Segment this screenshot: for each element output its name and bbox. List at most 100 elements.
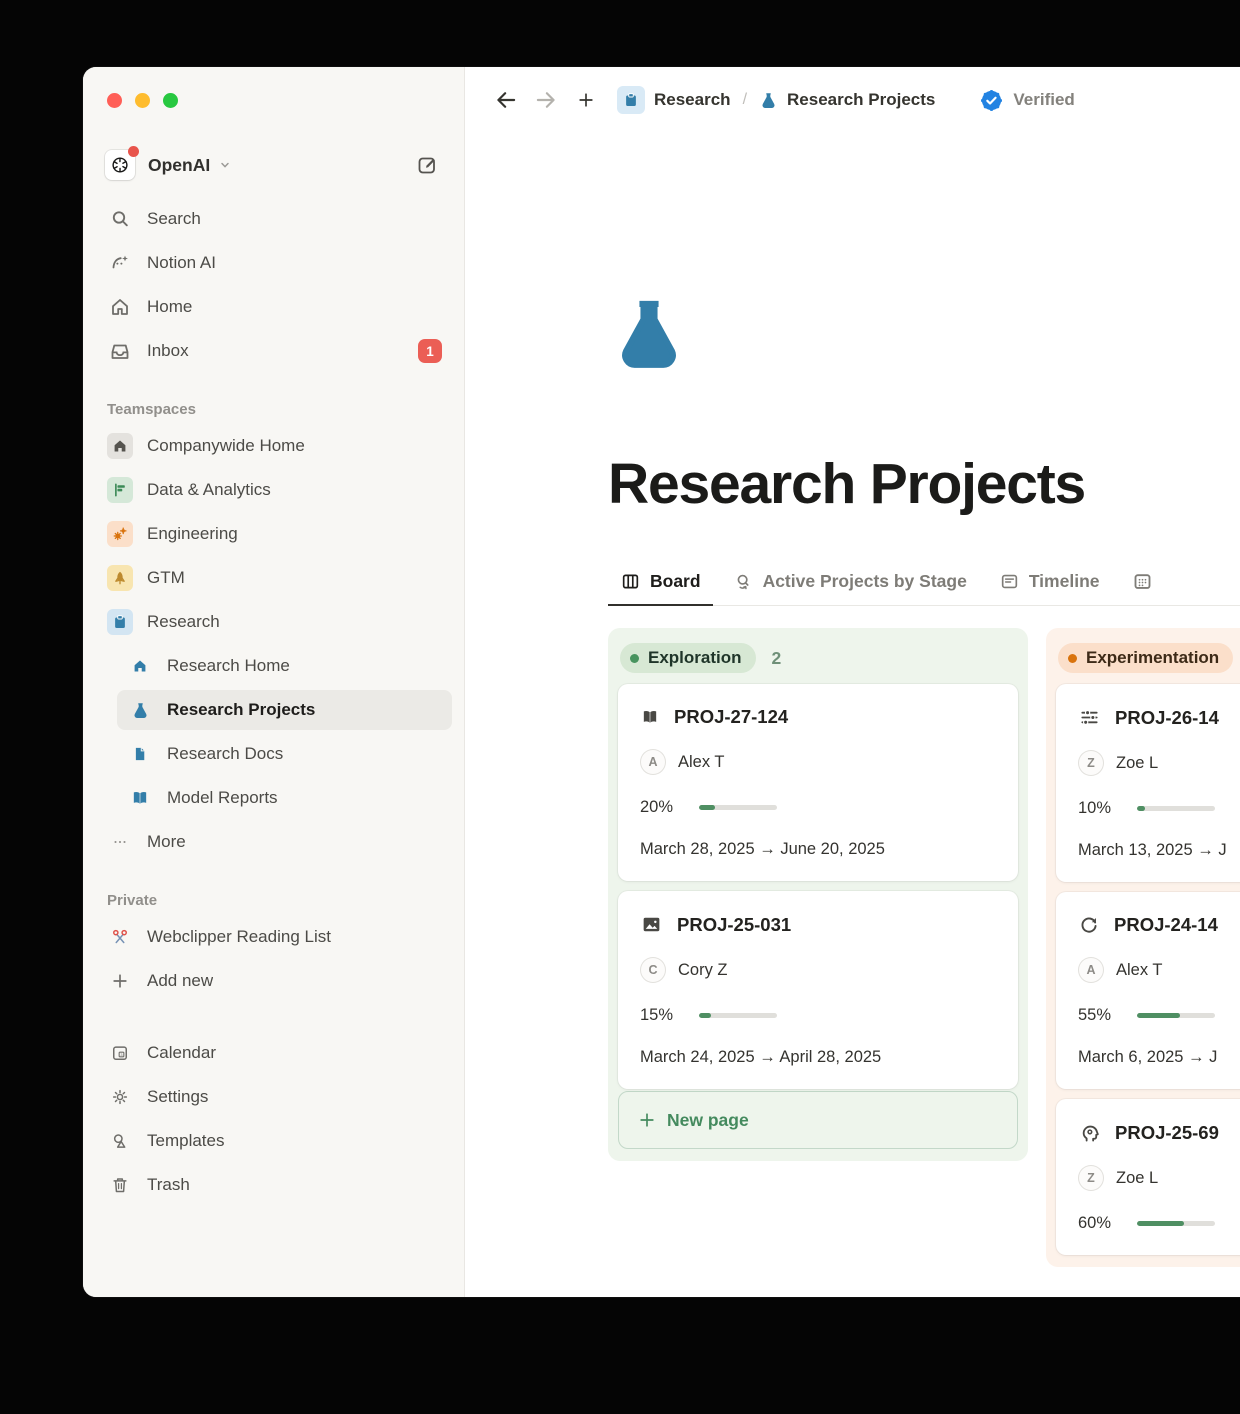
- card-title-row: PROJ-25-031: [640, 913, 996, 936]
- progress-percent: 60%: [1078, 1214, 1124, 1233]
- progress-percent: 15%: [640, 1006, 686, 1025]
- sidebar-item-inbox[interactable]: Inbox1: [97, 331, 452, 371]
- progress-bar: [699, 1013, 777, 1018]
- column-header[interactable]: Experimentation: [1056, 638, 1240, 684]
- inbox-icon: [107, 338, 133, 364]
- kanban-board: Exploration2PROJ-27-124AAlex T20%March 2…: [608, 628, 1240, 1267]
- sidebar-item-research-home[interactable]: Research Home: [117, 646, 452, 686]
- card-title-row: PROJ-26-14: [1078, 706, 1240, 729]
- chevron-down-icon: [216, 156, 234, 174]
- clipboard-icon: [617, 86, 645, 114]
- rocket-icon: [107, 565, 133, 591]
- private-list: Webclipper Reading List Add new: [83, 917, 464, 1001]
- project-card-proj-25-031[interactable]: PROJ-25-031CCory Z15%March 24, 2025 → Ap…: [618, 891, 1018, 1089]
- loupe-arrow-icon: [733, 571, 754, 592]
- forward-button[interactable]: [529, 83, 563, 117]
- project-card-proj-26-14[interactable]: PROJ-26-14ZZoe L10%March 13, 2025 → J: [1056, 684, 1240, 882]
- research-sublist: Research Home Research Projects Research D…: [83, 646, 464, 862]
- sidebar-item-webclipper-reading-list[interactable]: Webclipper Reading List: [97, 917, 452, 957]
- sidebar-item-calendar[interactable]: 3Calendar: [97, 1033, 452, 1073]
- templates-icon: [107, 1128, 133, 1154]
- verified-label: Verified: [1013, 90, 1074, 110]
- sidebar-item-add-new[interactable]: Add new: [97, 961, 452, 1001]
- app-window: OpenAI SearchNotion AIHomeInbox1 Teamspa…: [83, 67, 1240, 1297]
- flask-page-icon[interactable]: [608, 293, 1240, 375]
- sidebar-item-settings[interactable]: Settings: [97, 1077, 452, 1117]
- tab-board[interactable]: Board: [608, 561, 713, 606]
- sidebar-item-label: Research Projects: [167, 700, 315, 720]
- breadcrumb-item[interactable]: Research: [617, 86, 731, 114]
- column-header[interactable]: Exploration2: [618, 638, 1018, 684]
- sidebar-item-label: Research Home: [167, 656, 290, 676]
- sidebar-item-data-analytics[interactable]: Data & Analytics: [97, 470, 452, 510]
- breadcrumb-label: Research Projects: [787, 90, 935, 110]
- progress-bar: [1137, 806, 1215, 811]
- maximize-window-button[interactable]: [163, 93, 178, 108]
- sidebar-item-label: Research Docs: [167, 744, 283, 764]
- gears-icon: [107, 521, 133, 547]
- sidebar-item-engineering[interactable]: Engineering: [97, 514, 452, 554]
- progress-fill: [1137, 806, 1145, 811]
- date-range: March 13, 2025 → J: [1078, 841, 1240, 860]
- sidebar-item-label: Calendar: [147, 1043, 216, 1063]
- sidebar-item-label: Trash: [147, 1175, 190, 1195]
- board-icon: [620, 571, 641, 592]
- page-content: Research Projects BoardActive Projects b…: [465, 133, 1240, 1297]
- sidebar-item-label: More: [147, 832, 186, 852]
- status-pill: Exploration: [620, 643, 756, 673]
- sidebar-item-search[interactable]: Search: [97, 199, 452, 239]
- breadcrumb-item[interactable]: Research Projects: [759, 90, 935, 110]
- sidebar-item-home[interactable]: Home: [97, 287, 452, 327]
- head-icon: [1078, 1121, 1101, 1144]
- sidebar-item-label: Webclipper Reading List: [147, 927, 331, 947]
- sidebar-item-label: Search: [147, 209, 201, 229]
- assignee-name: Zoe L: [1116, 1169, 1158, 1188]
- flask-icon: [127, 697, 153, 723]
- sidebar-item-label: Companywide Home: [147, 436, 305, 456]
- card-title-row: PROJ-24-14: [1078, 914, 1240, 936]
- sidebar-item-notion-ai[interactable]: Notion AI: [97, 243, 452, 283]
- new-page-button[interactable]: New page: [618, 1091, 1018, 1149]
- status-dot-icon: [1068, 654, 1077, 663]
- tab-calendar[interactable]: [1120, 561, 1165, 606]
- verified-badge: Verified: [979, 88, 1074, 113]
- sidebar-item-research-projects[interactable]: Research Projects: [117, 690, 452, 730]
- minimize-window-button[interactable]: [135, 93, 150, 108]
- sidebar-item-companywide-home[interactable]: Companywide Home: [97, 426, 452, 466]
- sidebar-item-templates[interactable]: Templates: [97, 1121, 452, 1161]
- new-page-topbar-button[interactable]: [569, 83, 603, 117]
- back-button[interactable]: [489, 83, 523, 117]
- progress-fill: [699, 805, 715, 810]
- progress-bar: [699, 805, 777, 810]
- tab-active-projects-by-stage[interactable]: Active Projects by Stage: [721, 561, 979, 606]
- assignee-name: Cory Z: [678, 961, 728, 980]
- sidebar-item-research[interactable]: Research: [97, 602, 452, 642]
- assignee-name: Alex T: [1116, 961, 1162, 980]
- tab-timeline[interactable]: Timeline: [987, 561, 1112, 606]
- sidebar-item-model-reports[interactable]: Model Reports: [117, 778, 452, 818]
- project-card-proj-24-14[interactable]: PROJ-24-14AAlex T55%March 6, 2025 → J: [1056, 892, 1240, 1089]
- trash-icon: [107, 1172, 133, 1198]
- status-pill: Experimentation: [1058, 643, 1233, 673]
- new-page-label: New page: [667, 1110, 749, 1131]
- close-window-button[interactable]: [107, 93, 122, 108]
- breadcrumb: Research/Research Projects: [617, 86, 935, 114]
- card-id: PROJ-25-031: [677, 914, 791, 936]
- desktop-background: OpenAI SearchNotion AIHomeInbox1 Teamspa…: [0, 0, 1240, 1414]
- compose-icon[interactable]: [410, 148, 444, 182]
- assignee-row: CCory Z: [640, 957, 996, 983]
- sidebar-item-trash[interactable]: Trash: [97, 1165, 452, 1205]
- project-card-proj-25-69[interactable]: PROJ-25-69ZZoe L60%: [1056, 1099, 1240, 1255]
- sidebar-item-research-docs[interactable]: Research Docs: [117, 734, 452, 774]
- tab-label: Board: [650, 571, 701, 592]
- workspace-switcher[interactable]: OpenAI: [105, 145, 444, 185]
- teamspaces-list: Companywide Home Data & Analytics Engineer…: [83, 426, 464, 642]
- sidebar-item-gtm[interactable]: GTM: [97, 558, 452, 598]
- assignee-row: ZZoe L: [1078, 1165, 1240, 1191]
- assignee-row: ZZoe L: [1078, 750, 1240, 776]
- project-card-proj-27-124[interactable]: PROJ-27-124AAlex T20%March 28, 2025 → Ju…: [618, 684, 1018, 881]
- sidebar-item-label: Data & Analytics: [147, 480, 271, 500]
- sidebar-item-more[interactable]: More: [97, 822, 452, 862]
- sidebar-item-label: Add new: [147, 971, 213, 991]
- breadcrumb-label: Research: [654, 90, 731, 110]
